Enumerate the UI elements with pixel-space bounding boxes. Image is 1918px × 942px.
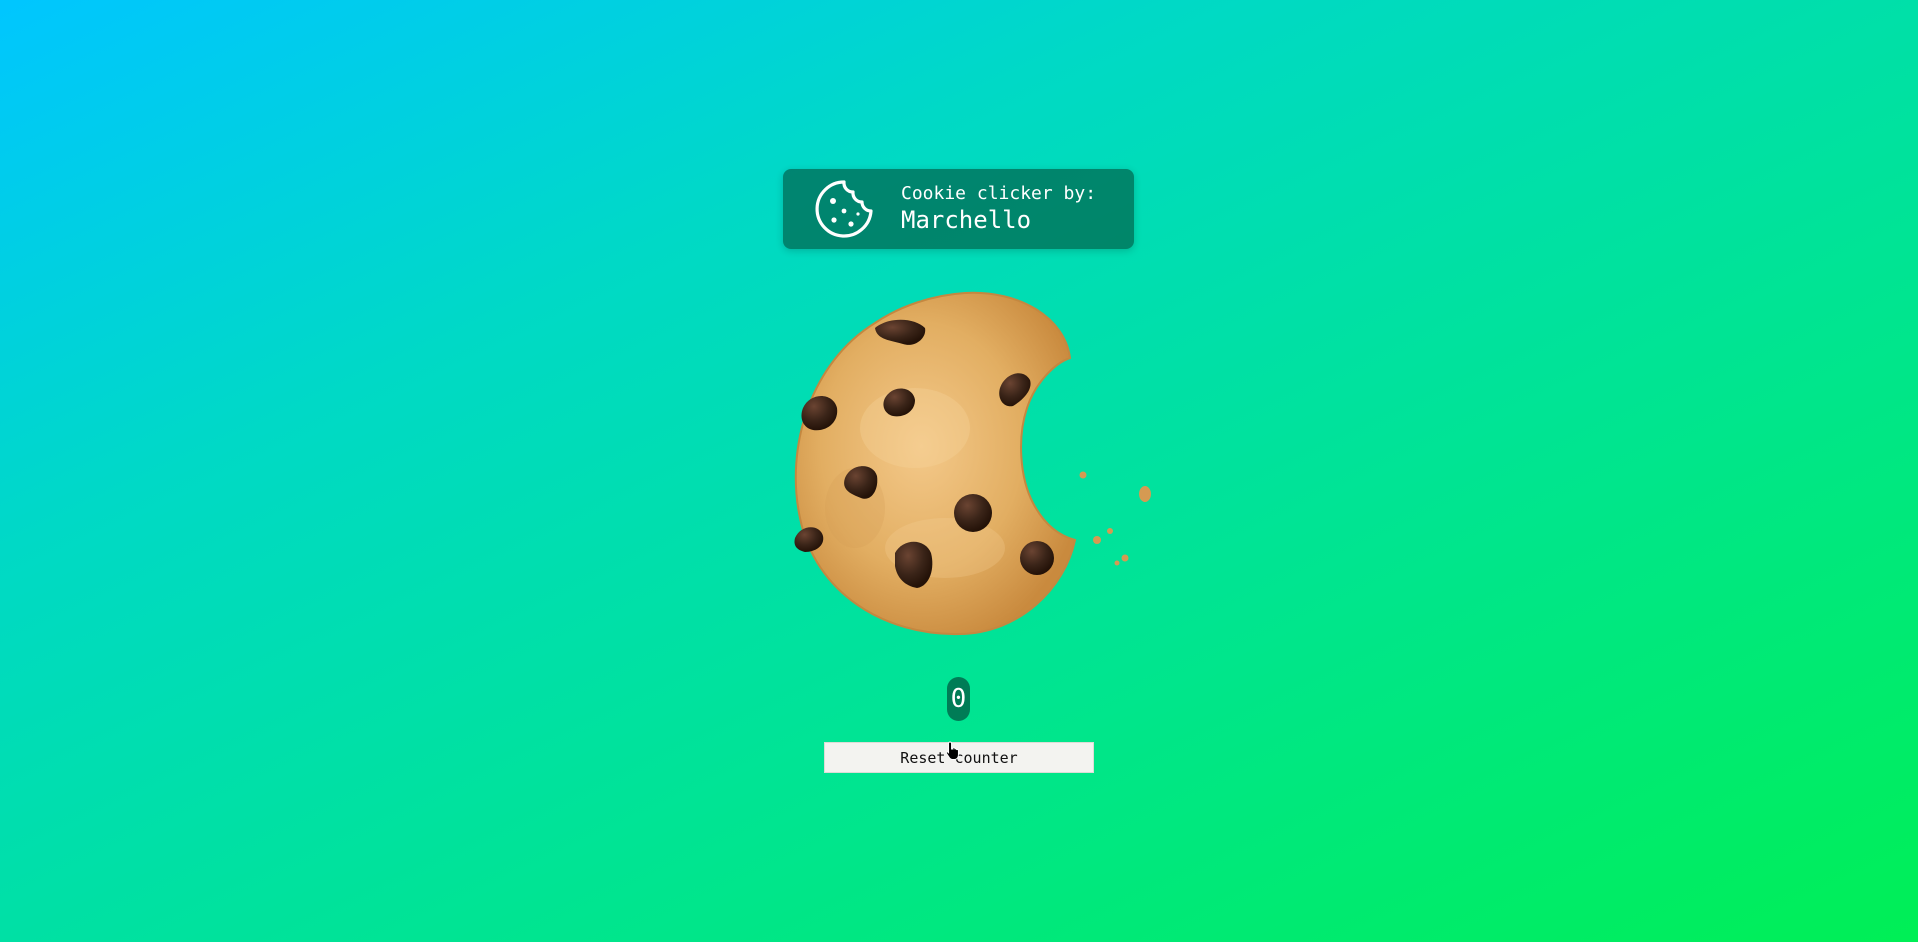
author-text: Cookie clicker by: Marchello bbox=[901, 183, 1096, 235]
cookie-click-target[interactable] bbox=[765, 288, 1155, 638]
reset-counter-button[interactable]: Reset counter bbox=[824, 742, 1094, 773]
click-counter: 0 bbox=[947, 677, 970, 721]
cookie-crumbs bbox=[1079, 471, 1151, 566]
cookie-body[interactable] bbox=[794, 291, 1077, 636]
author-card: Cookie clicker by: Marchello bbox=[783, 169, 1134, 249]
author-name: Marchello bbox=[901, 206, 1032, 234]
author-caption: Cookie clicker by: bbox=[901, 183, 1097, 204]
cookie-icon bbox=[815, 180, 873, 238]
